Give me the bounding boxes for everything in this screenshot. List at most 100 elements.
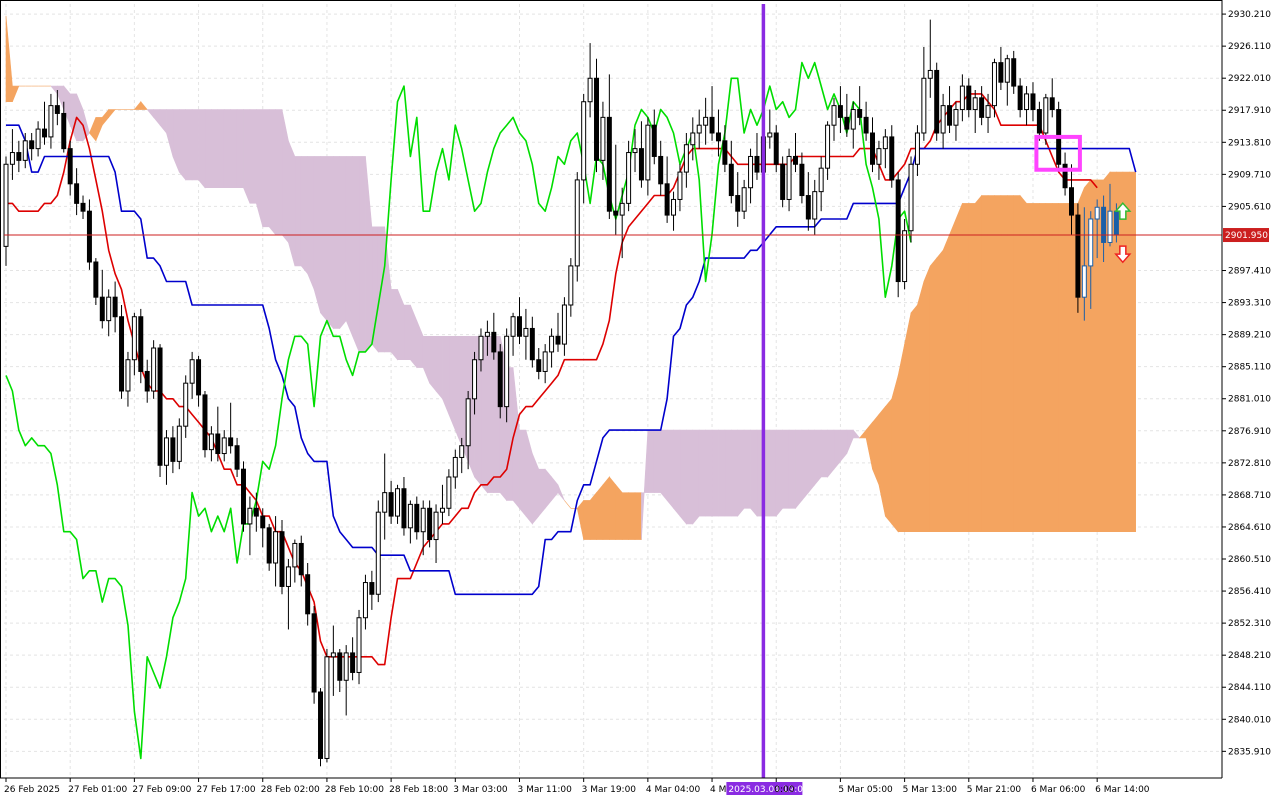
candle-bullish	[748, 155, 754, 189]
candle-bearish	[1075, 214, 1081, 298]
candle-bullish	[523, 327, 529, 337]
cloud-segment-bearish	[320, 156, 328, 322]
cloud-segment-bullish	[962, 203, 970, 533]
candle-bullish	[690, 132, 696, 146]
candle-bearish	[1049, 97, 1055, 111]
cloud-segment-bullish	[1026, 203, 1034, 533]
cloud-segment-bullish	[1058, 203, 1066, 533]
cloud-segment-bearish	[782, 429, 790, 509]
candle-bearish	[529, 327, 535, 361]
candle-bearish	[266, 527, 272, 564]
cloud-segment-bullish	[917, 281, 925, 533]
y-tick-label: 2889.210	[1228, 331, 1271, 341]
candle-bearish	[414, 503, 420, 533]
candle-bullish	[882, 136, 888, 150]
cloud-segment-bearish	[455, 335, 463, 446]
x-tick-label: 4 M	[710, 785, 726, 795]
candle-bearish	[606, 116, 612, 212]
y-tick-label: 2926.110	[1228, 42, 1271, 52]
x-tick-label: 3 Mar 19:00	[582, 785, 637, 795]
y-tick-label: 2913.810	[1228, 138, 1271, 148]
cloud-segment-bearish	[814, 429, 822, 486]
cloud-segment-bearish	[223, 109, 231, 189]
cloud-segment-bearish	[686, 429, 694, 525]
candle-bullish	[921, 77, 927, 134]
y-tick-label: 2876.910	[1228, 427, 1271, 437]
cloud-segment-bearish	[692, 429, 700, 525]
candle-bullish	[953, 109, 959, 126]
candle-bearish	[658, 155, 664, 185]
cloud-segment-bearish	[737, 429, 745, 517]
candle-bullish	[395, 488, 401, 517]
candle-bearish	[947, 105, 953, 126]
candle-bullish	[908, 163, 914, 232]
cloud-segment-bearish	[403, 304, 411, 361]
candle-bearish	[998, 62, 1004, 83]
candle-bullish	[767, 132, 773, 138]
candle-bullish	[812, 191, 818, 220]
y-tick-label: 2881.010	[1228, 395, 1271, 405]
cloud-segment-bullish	[596, 483, 604, 540]
x-tick-label: 3 Mar 11:00	[517, 785, 572, 795]
candle-bearish	[215, 433, 221, 455]
y-tick-label: 2893.310	[1228, 299, 1271, 309]
candle-bearish	[99, 296, 105, 322]
candle-bearish	[369, 582, 375, 595]
candle-bearish	[780, 163, 786, 200]
cloud-segment-bearish	[262, 109, 270, 228]
candle-bearish	[67, 148, 73, 185]
cloud-segment-bullish	[929, 257, 937, 533]
candle-bullish	[459, 445, 465, 458]
y-tick-label: 2917.910	[1228, 106, 1271, 116]
candle-bullish	[645, 124, 651, 181]
candle-bearish	[837, 105, 843, 118]
candle-bearish	[54, 105, 60, 114]
cloud-segment-bearish	[647, 429, 655, 493]
candle-bullish	[330, 652, 336, 658]
candle-bullish	[510, 316, 516, 337]
candle-bullish	[375, 511, 381, 595]
candle-bearish	[196, 359, 202, 396]
cloud-segment-bearish	[653, 429, 661, 493]
x-tick-label: 5 Mar 13:00	[903, 785, 958, 795]
current-price-label: 2901.950	[1225, 231, 1268, 241]
candle-bearish	[427, 507, 433, 541]
candle-bearish	[613, 210, 619, 216]
cloud-segment-bearish	[724, 429, 732, 517]
candle-bullish	[696, 124, 702, 134]
candle-bullish	[561, 304, 567, 345]
cloud-segment-bearish	[217, 109, 225, 189]
y-tick-label: 2852.310	[1228, 619, 1271, 629]
candle-bullish	[465, 398, 471, 447]
candle-bullish	[600, 116, 606, 161]
y-tick-label: 2860.510	[1228, 555, 1271, 565]
candle-bearish	[119, 316, 125, 392]
candle-bullish	[940, 105, 946, 134]
candle-bearish	[773, 132, 779, 165]
candle-bearish	[29, 140, 35, 150]
candle-bearish	[491, 331, 497, 353]
candle-bearish	[979, 97, 985, 118]
y-tick-label: 2868.710	[1228, 491, 1271, 501]
candle-bearish	[1068, 187, 1074, 216]
cloud-segment-bullish	[1032, 203, 1040, 533]
y-tick-label: 2930.210	[1228, 10, 1271, 20]
x-tick-label: 5 Mar 21:00	[967, 785, 1022, 795]
x-tick-label: 27 Feb 01:00	[68, 785, 127, 795]
candle-bullish	[183, 382, 189, 427]
candle-bearish	[857, 109, 863, 118]
candle-bullish	[273, 531, 279, 564]
y-tick-label: 2922.010	[1228, 74, 1271, 84]
candle-bullish	[9, 152, 15, 165]
candle-bearish	[74, 183, 80, 204]
cloud-segment-bearish	[185, 109, 193, 181]
cloud-segment-bullish	[1122, 171, 1130, 533]
cloud-segment-bullish	[968, 203, 976, 533]
candle-bullish	[362, 582, 368, 619]
x-tick-label: 28 Feb 18:00	[389, 785, 448, 795]
cloud-segment-bearish	[808, 429, 816, 494]
candle-bullish	[568, 265, 574, 306]
cloud-segment-bullish	[1045, 203, 1053, 533]
candle-bullish	[472, 359, 478, 400]
candle-bearish	[42, 128, 48, 138]
